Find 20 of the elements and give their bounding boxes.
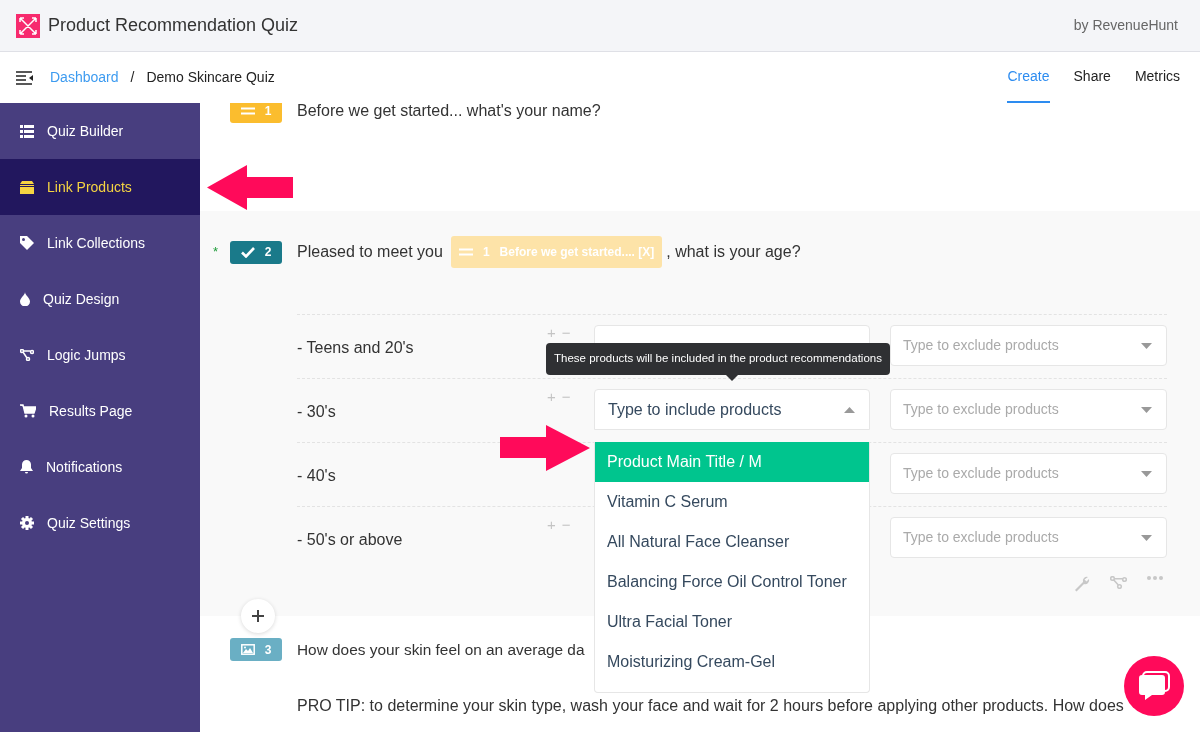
question-text: How does your skin feel on an average da [297, 640, 585, 660]
required-mark: * [213, 243, 220, 262]
tooltip: These products will be included in the product recommendations [546, 343, 890, 375]
question-number: 2 [264, 244, 272, 261]
question-text: , what is your age? [666, 242, 801, 262]
answer-label: - 40's [297, 466, 337, 486]
breadcrumb-current: Demo Skincare Quiz [146, 68, 275, 87]
question-text: Before we get started... what's your name? [297, 103, 601, 121]
tag-number: 1 [482, 244, 490, 261]
answer-label: - 30's [297, 402, 337, 422]
byline: by RevenueHunt [1073, 16, 1178, 35]
question-tip: PRO TIP: to determine your skin type, wash your face and wait for 2 hours before applying other products. How does [297, 696, 1125, 717]
answer-label: - Teens and 20's [297, 338, 415, 358]
question-number: 3 [264, 641, 272, 659]
breadcrumb-separator: / [130, 68, 135, 87]
tag-text: Before we get started.... [X] [499, 244, 655, 261]
answer-label: - 50's or above [297, 530, 404, 550]
app-title: Product Recommendation Quiz [48, 14, 299, 37]
question-text: Pleased to meet you [297, 242, 443, 262]
question-number: 1 [264, 103, 272, 120]
